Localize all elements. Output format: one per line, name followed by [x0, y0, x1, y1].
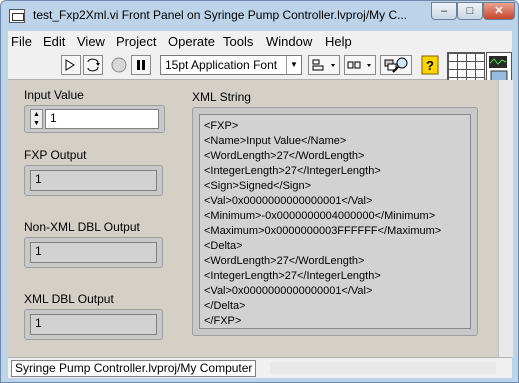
font-dropdown-value: 15pt Application Font — [165, 58, 278, 72]
align-icon[interactable] — [308, 55, 340, 75]
fxp-output-value: 1 — [30, 170, 157, 191]
vertical-scrollbar[interactable] — [498, 80, 513, 357]
xml-dbl-output-value: 1 — [30, 314, 157, 335]
fxp-output-label: FXP Output — [24, 148, 87, 162]
menu-bar: File Edit View Project Operate Tools Win… — [8, 31, 512, 52]
menu-project[interactable]: Project — [116, 34, 156, 49]
status-bar: Syringe Pump Controller.lvproj/My Comput… — [8, 357, 512, 378]
menu-help[interactable]: Help — [325, 34, 352, 49]
pause-icon[interactable] — [131, 55, 151, 75]
close-button[interactable]: ✕ — [483, 2, 515, 20]
title-bar[interactable]: test_Fxp2Xml.vi Front Panel on Syringe P… — [1, 1, 518, 31]
window-client: File Edit View Project Operate Tools Win… — [8, 31, 513, 378]
non-xml-dbl-output-indicator: 1 — [24, 237, 163, 268]
xml-dbl-output-label: XML DBL Output — [24, 292, 114, 306]
menu-edit[interactable]: Edit — [43, 34, 65, 49]
svg-text:?: ? — [426, 58, 434, 73]
fxp-output-indicator: 1 — [24, 165, 163, 196]
font-dropdown[interactable]: 15pt Application Font ▼ — [160, 55, 302, 75]
increment-decrement-spinner[interactable]: ▲ ▼ — [30, 109, 43, 129]
menu-file[interactable]: File — [11, 34, 32, 49]
front-panel: Input Value ▲ ▼ 1 FXP Output 1 Non-XML DB… — [8, 80, 498, 357]
help-icon[interactable]: ? — [420, 55, 440, 75]
input-value-field[interactable]: 1 — [45, 109, 159, 129]
menu-view[interactable]: View — [77, 34, 105, 49]
run-arrow-icon[interactable] — [61, 55, 81, 75]
distribute-icon[interactable] — [344, 55, 376, 75]
run-continuously-icon[interactable] — [83, 55, 103, 75]
search-icon[interactable] — [390, 55, 412, 75]
menu-operate[interactable]: Operate — [168, 34, 215, 49]
window-title: test_Fxp2Xml.vi Front Panel on Syringe P… — [33, 8, 408, 22]
minimize-button[interactable]: – — [431, 2, 457, 20]
non-xml-dbl-output-value: 1 — [30, 242, 157, 263]
non-xml-dbl-output-label: Non-XML DBL Output — [24, 220, 140, 234]
input-value-control: ▲ ▼ 1 — [24, 105, 165, 133]
vi-window-icon — [9, 9, 25, 23]
toolbar: 15pt Application Font ▼ ? — [8, 52, 512, 86]
labview-window: test_Fxp2Xml.vi Front Panel on Syringe P… — [0, 0, 519, 383]
xml-string-value[interactable]: <FXP> <Name>Input Value</Name> <WordLeng… — [199, 114, 471, 329]
horizontal-scrollbar[interactable] — [270, 362, 496, 374]
menu-tools[interactable]: Tools — [223, 34, 253, 49]
abort-icon[interactable] — [109, 55, 129, 75]
xml-dbl-output-indicator: 1 — [24, 309, 163, 340]
xml-string-indicator: <FXP> <Name>Input Value</Name> <WordLeng… — [192, 107, 478, 336]
project-context[interactable]: Syringe Pump Controller.lvproj/My Comput… — [11, 360, 257, 377]
xml-string-label: XML String — [192, 90, 251, 104]
input-value-label: Input Value — [24, 88, 84, 102]
menu-window[interactable]: Window — [266, 34, 312, 49]
chevron-down-icon: ▼ — [286, 56, 301, 74]
maximize-button[interactable]: □ — [457, 2, 483, 20]
